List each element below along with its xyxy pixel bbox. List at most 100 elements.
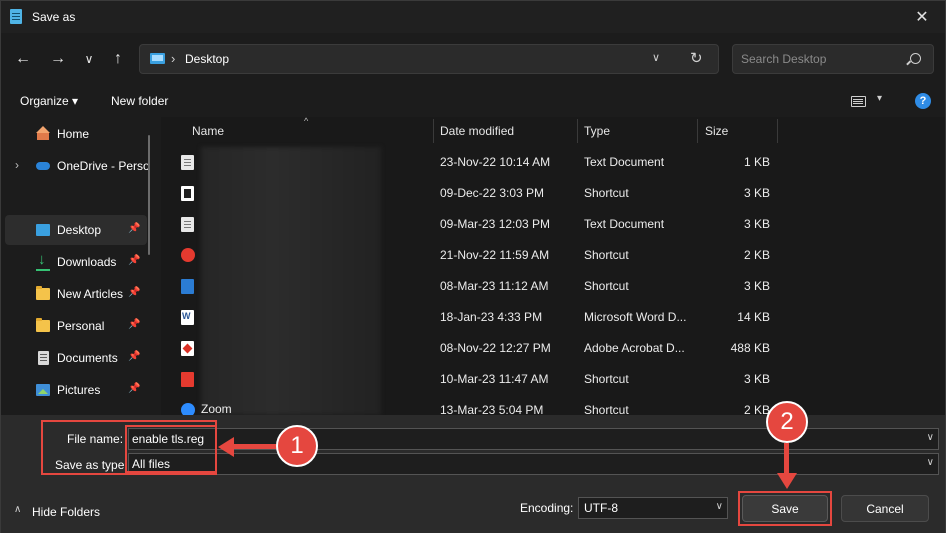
encoding-label: Encoding: [520, 501, 574, 515]
file-list: ^ Name Date modified Type Size 23-Nov-22… [161, 117, 945, 415]
forward-button[interactable]: → [46, 47, 70, 71]
column-divider[interactable] [433, 119, 434, 143]
file-date: 18-Jan-23 4:33 PM [440, 310, 543, 324]
file-type: Text Document [584, 155, 665, 169]
file-type: Adobe Acrobat D... [584, 341, 685, 355]
download-icon [36, 251, 50, 271]
file-size: 1 KB [743, 155, 770, 169]
file-type: Text Document [584, 217, 665, 231]
desktop-icon [150, 53, 165, 64]
navigation-bar: ← → ∨ ↑ › Desktop ∨ ↻ [1, 33, 945, 85]
step-badge-1: 1 [276, 425, 318, 467]
arrow-head-icon [777, 473, 797, 489]
sidebar-item-onedrive[interactable]: › OneDrive - Perso [5, 151, 150, 181]
pin-icon: 📌 [128, 383, 141, 394]
sidebar-item-documents[interactable]: Documents 📌 [5, 343, 147, 373]
sidebar-item-downloads[interactable]: Downloads 📌 [5, 247, 147, 277]
documents-icon [38, 351, 49, 365]
sidebar-item-home[interactable]: Home [5, 119, 147, 149]
chevron-down-icon[interactable]: ∨ [927, 432, 934, 443]
app-shortcut-icon [181, 248, 195, 262]
column-header-size[interactable]: Size [705, 124, 728, 138]
command-bar: Organize ▾ New folder ▾ ? [1, 85, 945, 117]
recent-locations-button[interactable]: ∨ [77, 47, 101, 71]
encoding-select[interactable]: UTF-8 ∨ [578, 497, 728, 519]
help-icon[interactable]: ? [915, 93, 931, 109]
pin-icon: 📌 [128, 351, 141, 362]
desktop-icon [36, 224, 50, 236]
search-input[interactable] [741, 52, 901, 66]
app-shortcut-icon [181, 279, 194, 294]
chevron-down-icon[interactable]: ∨ [927, 457, 934, 468]
new-folder-button[interactable]: New folder [111, 94, 168, 108]
shortcut-icon [181, 186, 194, 201]
folder-icon [36, 286, 50, 300]
file-size: 3 KB [743, 279, 770, 293]
app-shortcut-icon [181, 372, 194, 387]
sidebar-item-desktop[interactable]: Desktop 📌 [5, 215, 147, 245]
sidebar-item-pictures[interactable]: Pictures 📌 [5, 375, 147, 405]
save-as-type-value: All files [132, 457, 171, 471]
up-button[interactable]: ↑ [106, 47, 130, 71]
home-icon [36, 126, 50, 140]
word-file-icon [181, 310, 194, 325]
step-badge-2: 2 [766, 401, 808, 443]
folder-icon [36, 318, 50, 332]
column-divider[interactable] [577, 119, 578, 143]
navigation-pane: Home › OneDrive - Perso Desktop 📌 Downlo… [1, 117, 161, 415]
pin-icon: 📌 [128, 255, 141, 266]
address-dropdown-button[interactable]: ∨ [652, 51, 660, 64]
file-size: 2 KB [743, 248, 770, 262]
file-size: 3 KB [743, 372, 770, 386]
arrow-shaft [233, 444, 279, 449]
file-size: 3 KB [743, 186, 770, 200]
highlight-box-save [738, 491, 832, 526]
window-title: Save as [32, 10, 76, 24]
text-file-icon [181, 155, 194, 170]
text-file-icon [181, 217, 194, 232]
pin-icon: 📌 [128, 287, 141, 298]
address-bar[interactable]: › Desktop ∨ ↻ [139, 44, 719, 74]
column-header-date[interactable]: Date modified [440, 124, 514, 138]
back-button[interactable]: ← [11, 47, 35, 71]
close-button[interactable]: ✕ [899, 1, 945, 33]
file-type: Shortcut [584, 186, 629, 200]
sidebar-scrollbar[interactable] [148, 135, 150, 255]
view-dropdown-icon[interactable]: ▾ [877, 93, 882, 104]
expand-chevron-icon[interactable]: › [15, 158, 19, 172]
sidebar-item-personal[interactable]: Personal 📌 [5, 311, 147, 341]
search-box[interactable] [732, 44, 934, 74]
save-as-type-select[interactable]: All files ∨ [128, 453, 939, 475]
sidebar-item-label: OneDrive - Perso [57, 159, 150, 173]
file-size: 14 KB [737, 310, 770, 324]
file-date: 09-Mar-23 12:03 PM [440, 217, 551, 231]
highlight-box-filename-value [125, 425, 217, 473]
column-divider[interactable] [697, 119, 698, 143]
pdf-file-icon [181, 341, 194, 356]
breadcrumb-desktop[interactable]: Desktop [185, 52, 229, 66]
column-divider[interactable] [777, 119, 778, 143]
zoom-icon [181, 403, 195, 415]
sort-ascending-icon: ^ [304, 117, 309, 126]
file-type: Shortcut [584, 372, 629, 386]
organize-menu[interactable]: Organize ▾ [20, 94, 78, 108]
pin-icon: 📌 [128, 319, 141, 330]
notepad-icon [10, 9, 22, 24]
encoding-value: UTF-8 [584, 501, 618, 515]
sidebar-item-new-articles[interactable]: New Articles 📌 [5, 279, 147, 309]
sidebar-item-label: New Articles [57, 287, 124, 301]
cancel-button[interactable]: Cancel [841, 495, 929, 522]
arrow-shaft [784, 443, 789, 475]
file-date: 08-Mar-23 11:12 AM [440, 279, 549, 293]
chevron-down-icon[interactable]: ∨ [716, 501, 723, 512]
sidebar-item-label: Desktop [57, 223, 102, 237]
breadcrumb-separator: › [171, 51, 176, 66]
column-header-name[interactable]: Name [192, 124, 224, 138]
view-options-icon[interactable] [851, 96, 866, 107]
file-date: 10-Mar-23 11:47 AM [440, 372, 549, 386]
refresh-button[interactable]: ↻ [690, 49, 703, 67]
file-date: 21-Nov-22 11:59 AM [440, 248, 550, 262]
hide-folders-button[interactable]: ∧ Hide Folders [14, 504, 100, 519]
column-header-type[interactable]: Type [584, 124, 610, 138]
search-icon[interactable] [910, 53, 921, 64]
